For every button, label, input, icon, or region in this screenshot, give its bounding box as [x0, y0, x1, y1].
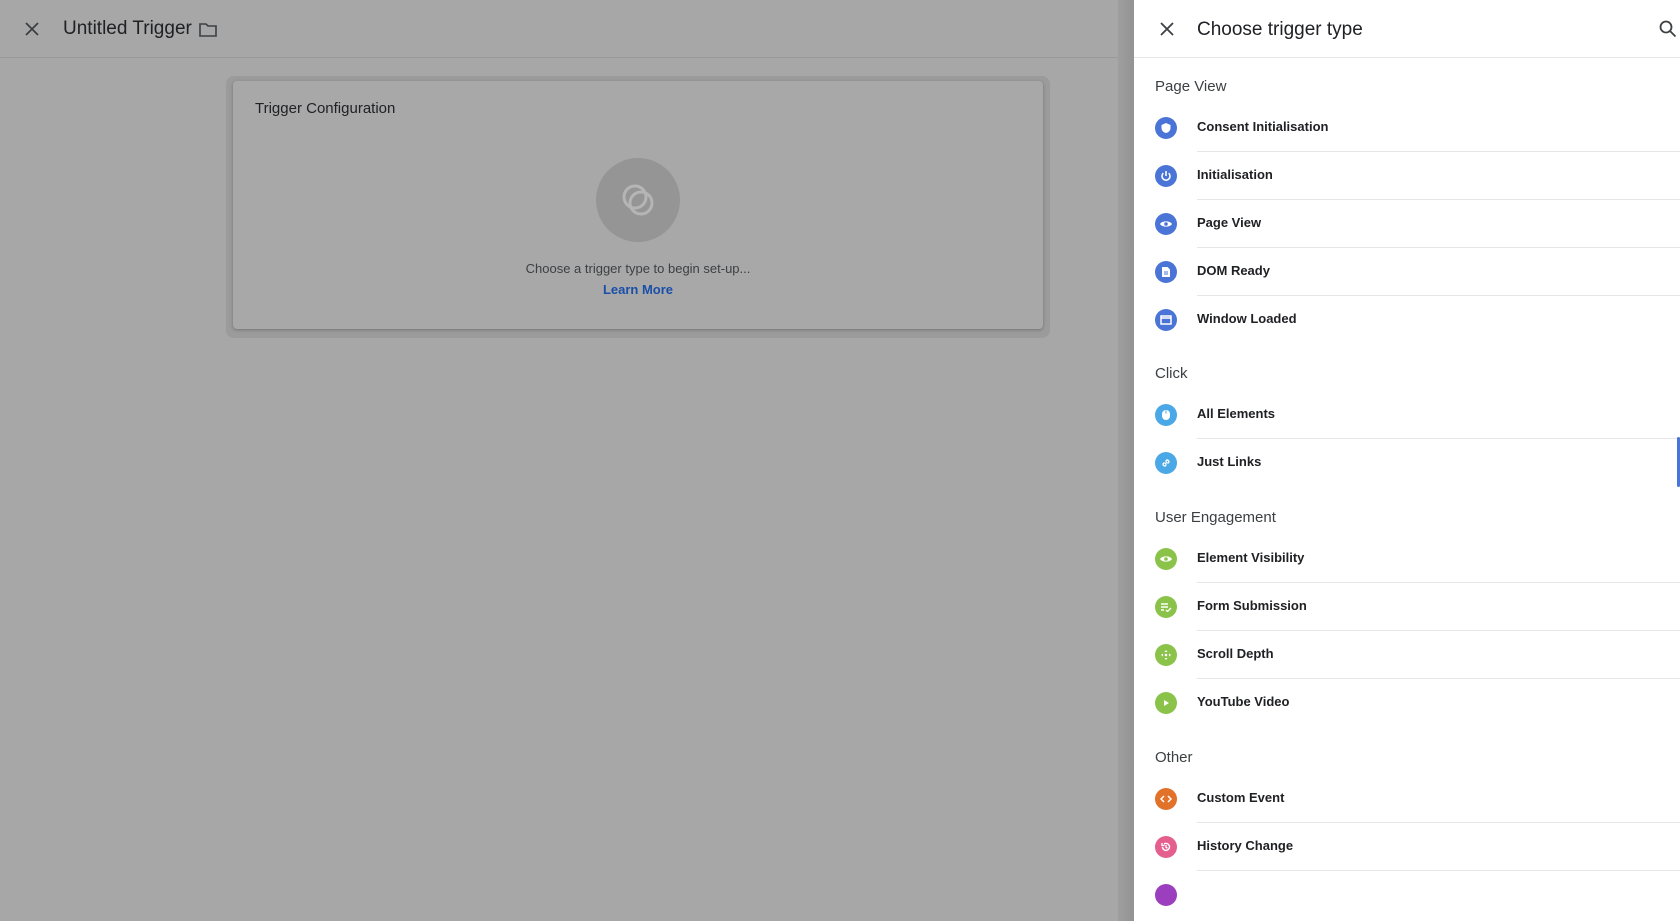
close-icon: [1160, 22, 1174, 36]
link-icon: [1155, 452, 1177, 474]
card-title: Trigger Configuration: [255, 100, 396, 117]
trigger-item-label: Scroll Depth: [1197, 646, 1274, 661]
partial-item-icon: [1155, 884, 1177, 906]
trigger-item-window-loaded[interactable]: Window Loaded: [1134, 295, 1680, 344]
trigger-rings-icon: [622, 184, 654, 216]
panel-title: Choose trigger type: [1197, 19, 1363, 40]
folder-icon: [199, 23, 217, 37]
mouse-icon: [1155, 404, 1177, 426]
eye-icon: [1155, 213, 1177, 235]
config-hint: Choose a trigger type to begin set-up...: [525, 261, 751, 276]
move-arrows-icon: [1155, 644, 1177, 666]
close-panel-button[interactable]: [1155, 17, 1179, 41]
trigger-item-page-view[interactable]: Page View: [1134, 199, 1680, 248]
choose-trigger-panel: Choose trigger type Page View Consent In…: [1134, 0, 1680, 921]
learn-more-link[interactable]: Learn More: [233, 282, 1043, 297]
trigger-item-label: All Elements: [1197, 406, 1276, 421]
section-title-user-engagement: User Engagement: [1155, 509, 1276, 526]
trigger-item-label: Element Visibility: [1197, 550, 1305, 565]
document-icon: [1155, 261, 1177, 283]
trigger-item-label: YouTube Video: [1197, 694, 1290, 709]
editor-header: Untitled Trigger: [0, 0, 1118, 58]
eye-icon: [1155, 548, 1177, 570]
trigger-configuration-card[interactable]: Trigger Configuration Choose a trigger t…: [226, 76, 1050, 338]
trigger-placeholder[interactable]: [596, 158, 680, 242]
shield-icon: [1155, 117, 1177, 139]
power-icon: [1155, 165, 1177, 187]
section-title-page-view: Page View: [1155, 78, 1227, 95]
trigger-item-form-submission[interactable]: Form Submission: [1134, 582, 1680, 631]
trigger-item-history-change[interactable]: History Change: [1134, 822, 1680, 871]
trigger-item-label: Consent Initialisation: [1197, 119, 1329, 134]
search-button[interactable]: [1656, 17, 1680, 41]
trigger-item-scroll-depth[interactable]: Scroll Depth: [1134, 630, 1680, 679]
trigger-editor: Untitled Trigger Trigger Configuration C…: [0, 0, 1118, 921]
window-icon: [1155, 309, 1177, 331]
search-icon: [1659, 20, 1677, 38]
trigger-item-consent-initialisation[interactable]: Consent Initialisation: [1134, 103, 1680, 152]
trigger-item-label: Window Loaded: [1197, 311, 1297, 326]
section-title-other: Other: [1155, 749, 1193, 766]
trigger-item-dom-ready[interactable]: DOM Ready: [1134, 247, 1680, 296]
trigger-item-label: DOM Ready: [1197, 263, 1270, 278]
trigger-item-custom-event[interactable]: Custom Event: [1134, 774, 1680, 823]
close-editor-button[interactable]: [20, 17, 44, 41]
trigger-item-partial[interactable]: [1134, 870, 1680, 919]
trigger-item-label: Form Submission: [1197, 598, 1307, 613]
panel-header: Choose trigger type: [1134, 0, 1680, 58]
panel-shadow: [1118, 0, 1134, 921]
trigger-item-label: Just Links: [1197, 454, 1262, 469]
trigger-item-label: Custom Event: [1197, 790, 1285, 805]
trigger-item-all-elements[interactable]: All Elements: [1134, 390, 1680, 439]
trigger-item-label: Initialisation: [1197, 167, 1273, 182]
trigger-item-element-visibility[interactable]: Element Visibility: [1134, 534, 1680, 583]
trigger-item-label: Page View: [1197, 215, 1262, 230]
history-icon: [1155, 836, 1177, 858]
trigger-item-youtube-video[interactable]: YouTube Video: [1134, 678, 1680, 727]
trigger-configuration-panel: Trigger Configuration Choose a trigger t…: [233, 81, 1043, 329]
play-icon: [1155, 692, 1177, 714]
folder-button[interactable]: [196, 18, 220, 42]
trigger-item-just-links[interactable]: Just Links: [1134, 438, 1680, 487]
trigger-item-label: History Change: [1197, 838, 1294, 853]
trigger-item-initialisation[interactable]: Initialisation: [1134, 151, 1680, 200]
trigger-name[interactable]: Untitled Trigger: [63, 18, 192, 40]
close-icon: [25, 22, 39, 36]
code-icon: [1155, 788, 1177, 810]
section-title-click: Click: [1155, 365, 1188, 382]
form-check-icon: [1155, 596, 1177, 618]
